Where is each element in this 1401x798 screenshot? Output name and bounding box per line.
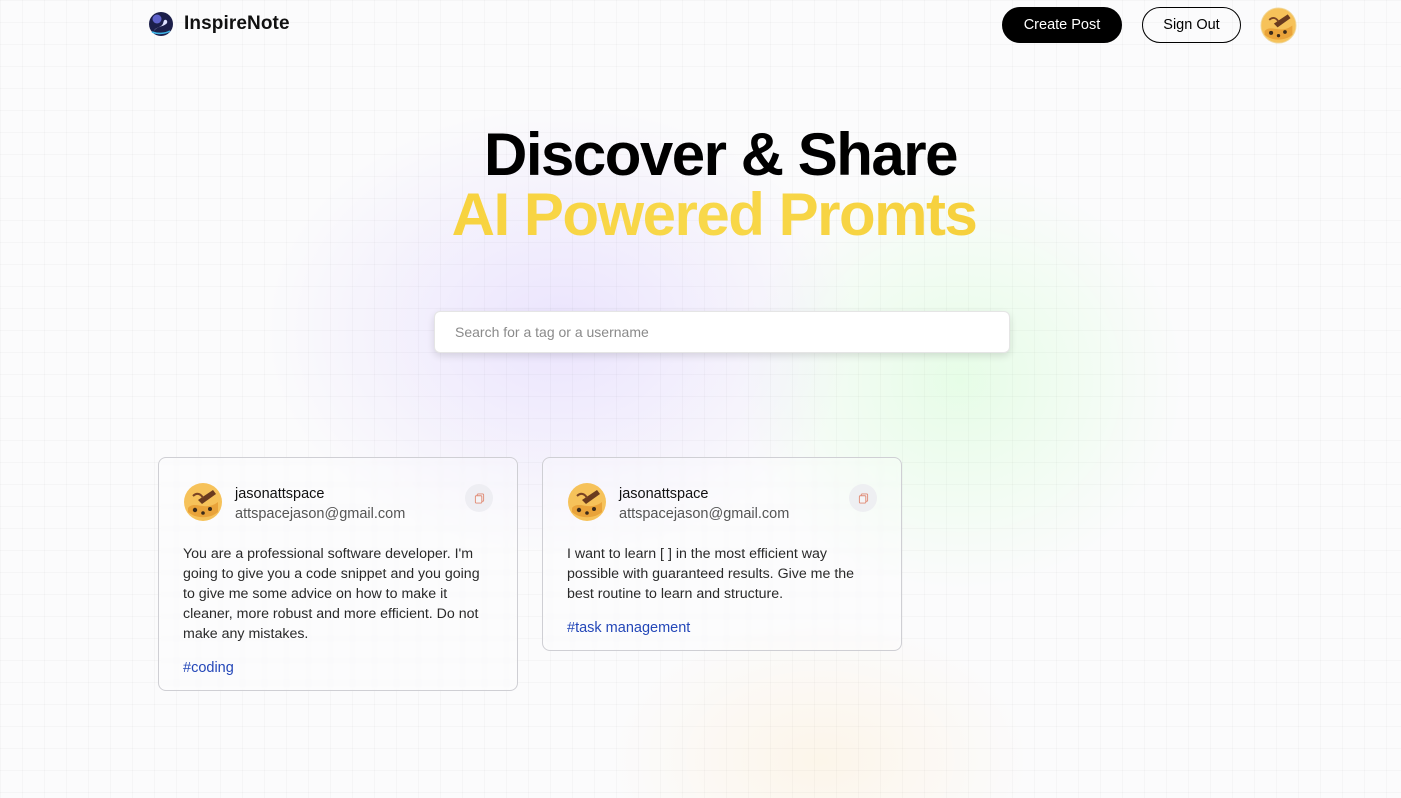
card-tag-link[interactable]: #coding <box>183 660 234 676</box>
card-tag-link[interactable]: #task management <box>567 620 690 636</box>
card-user-info: jasonattspace attspacejason@gmail.com <box>619 482 789 525</box>
profile-avatar-icon[interactable] <box>1260 7 1297 44</box>
card-username[interactable]: jasonattspace <box>235 485 405 503</box>
card-email: attspacejason@gmail.com <box>619 506 790 522</box>
card-user-info: jasonattspace attspacejason@gmail.com <box>235 482 405 525</box>
sign-out-button[interactable]: Sign Out <box>1142 7 1241 43</box>
prompt-card: jasonattspace attspacejason@gmail.com I … <box>542 457 902 651</box>
swan-logo-icon <box>149 12 173 36</box>
copy-button[interactable] <box>849 484 877 512</box>
user-avatar-icon[interactable] <box>567 482 607 522</box>
hero-heading: Discover & Share AI Powered Promts <box>0 125 1401 245</box>
search-input[interactable] <box>434 311 1010 353</box>
card-prompt-text: I want to learn [ ] in the most efficien… <box>567 546 855 602</box>
hero-line-2: AI Powered Promts <box>0 185 1401 245</box>
card-email: attspacejason@gmail.com <box>235 506 406 522</box>
card-header: jasonattspace attspacejason@gmail.com <box>567 482 877 524</box>
card-prompt-text: You are a professional software develope… <box>183 546 480 642</box>
create-post-button[interactable]: Create Post <box>1002 7 1122 43</box>
card-header: jasonattspace attspacejason@gmail.com <box>183 482 493 524</box>
copy-icon <box>858 492 868 504</box>
hero-line-1: Discover & Share <box>484 121 958 188</box>
copy-icon <box>474 492 484 504</box>
card-username[interactable]: jasonattspace <box>619 485 789 503</box>
top-navbar: InspireNote Create Post Sign Out <box>0 0 1401 50</box>
copy-button[interactable] <box>465 484 493 512</box>
app-name: InspireNote <box>184 13 290 34</box>
prompt-card: jasonattspace attspacejason@gmail.com Yo… <box>158 457 518 691</box>
brand-logo[interactable]: InspireNote <box>148 11 290 37</box>
user-avatar-icon[interactable] <box>183 482 223 522</box>
